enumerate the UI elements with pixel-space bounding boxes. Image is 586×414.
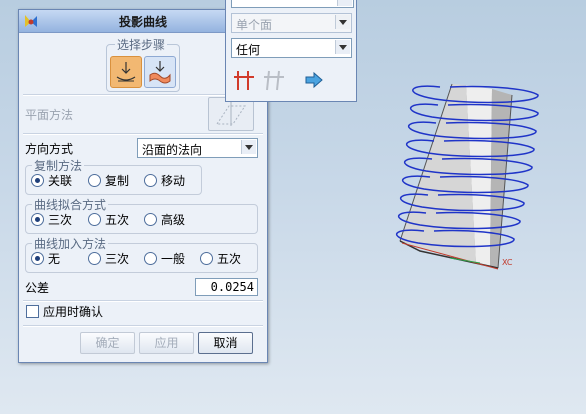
- fit-quintic-radio[interactable]: 五次: [88, 212, 129, 228]
- radio-dot: [88, 213, 101, 226]
- copy-method-associative-radio[interactable]: 关联: [31, 173, 72, 189]
- chevron-down-icon: [335, 15, 350, 29]
- radio-label: 三次: [105, 252, 130, 266]
- face-select[interactable]: 单个面: [231, 13, 352, 33]
- model-viewport[interactable]: XC: [380, 75, 550, 275]
- radio-dot: [144, 252, 157, 265]
- radio-label: 移动: [161, 174, 186, 188]
- radio-dot: [88, 252, 101, 265]
- tolerance-label: 公差: [25, 281, 50, 295]
- curve-join-legend: 曲线加入方法: [32, 235, 109, 252]
- direction-select-value: 沿面的法向: [142, 143, 203, 157]
- direction-label: 方向方式: [25, 142, 74, 156]
- arrow-right-icon[interactable]: [304, 70, 324, 90]
- radio-dot: [31, 174, 44, 187]
- separator: [23, 325, 263, 327]
- selection-steps-label: 选择步骤: [115, 36, 168, 53]
- selection-toolbar-popup: 单个面 任何: [225, 0, 357, 102]
- copy-method-move-radio[interactable]: 移动: [144, 173, 185, 189]
- plane-icon: [216, 102, 246, 126]
- radio-dot: [31, 213, 44, 226]
- radio-label: 无: [48, 252, 61, 266]
- join-cubic-radio[interactable]: 三次: [88, 251, 129, 267]
- chevron-down-icon: [241, 140, 256, 154]
- radio-label: 复制: [105, 174, 130, 188]
- fit-advanced-radio[interactable]: 高级: [144, 212, 185, 228]
- chevron-down-icon: [337, 0, 352, 6]
- curve-fit-group: 曲线拟合方式 三次 五次 高级: [25, 196, 258, 234]
- radio-label: 关联: [48, 174, 73, 188]
- radio-dot: [200, 252, 213, 265]
- tolerance-input[interactable]: 0.0254: [195, 278, 258, 296]
- radio-dot: [31, 252, 44, 265]
- copy-method-copy-radio[interactable]: 复制: [88, 173, 129, 189]
- step-select-faces-button[interactable]: [144, 56, 176, 88]
- radio-label: 一般: [161, 252, 186, 266]
- axis-xc-label: XC: [502, 258, 513, 267]
- radio-label: 五次: [217, 252, 242, 266]
- chevron-down-icon: [335, 40, 350, 54]
- face-select-value: 单个面: [236, 18, 273, 32]
- filter-select-value: 任何: [236, 43, 261, 57]
- radio-dot: [144, 174, 157, 187]
- separator: [23, 300, 263, 302]
- radio-label: 三次: [48, 213, 73, 227]
- confirm-on-apply-checkbox[interactable]: [26, 305, 39, 318]
- radio-label: 五次: [105, 213, 130, 227]
- plane-method-label: 平面方法: [25, 108, 74, 122]
- ok-button[interactable]: 确定: [80, 332, 135, 354]
- reverse-direction-disabled-icon[interactable]: [262, 68, 288, 92]
- selection-mode-select[interactable]: [231, 0, 354, 8]
- plane-method-button[interactable]: [208, 97, 254, 131]
- curve-fit-legend: 曲线拟合方式: [32, 196, 109, 213]
- apply-button[interactable]: 应用: [139, 332, 194, 354]
- curve-join-group: 曲线加入方法 无 三次 一般 五次: [25, 235, 258, 273]
- separator: [23, 133, 263, 135]
- join-quintic-radio[interactable]: 五次: [200, 251, 241, 267]
- step-select-curves-button[interactable]: [110, 56, 142, 88]
- filter-select[interactable]: 任何: [231, 38, 352, 58]
- copy-method-group: 复制方法 关联 复制 移动: [25, 157, 202, 195]
- radio-dot: [88, 174, 101, 187]
- direction-select[interactable]: 沿面的法向: [137, 138, 258, 158]
- radio-dot: [144, 213, 157, 226]
- join-general-radio[interactable]: 一般: [144, 251, 185, 267]
- reverse-direction-icon[interactable]: [232, 68, 258, 92]
- confirm-on-apply-label: 应用时确认: [43, 305, 104, 319]
- join-none-radio[interactable]: 无: [31, 251, 60, 267]
- curve-select-icon: [116, 62, 136, 82]
- radio-label: 高级: [161, 213, 186, 227]
- fit-cubic-radio[interactable]: 三次: [31, 212, 72, 228]
- cancel-button[interactable]: 取消: [198, 332, 253, 354]
- face-select-icon: [149, 61, 171, 84]
- selection-steps-group: 选择步骤: [106, 36, 180, 92]
- copy-method-legend: 复制方法: [32, 157, 85, 174]
